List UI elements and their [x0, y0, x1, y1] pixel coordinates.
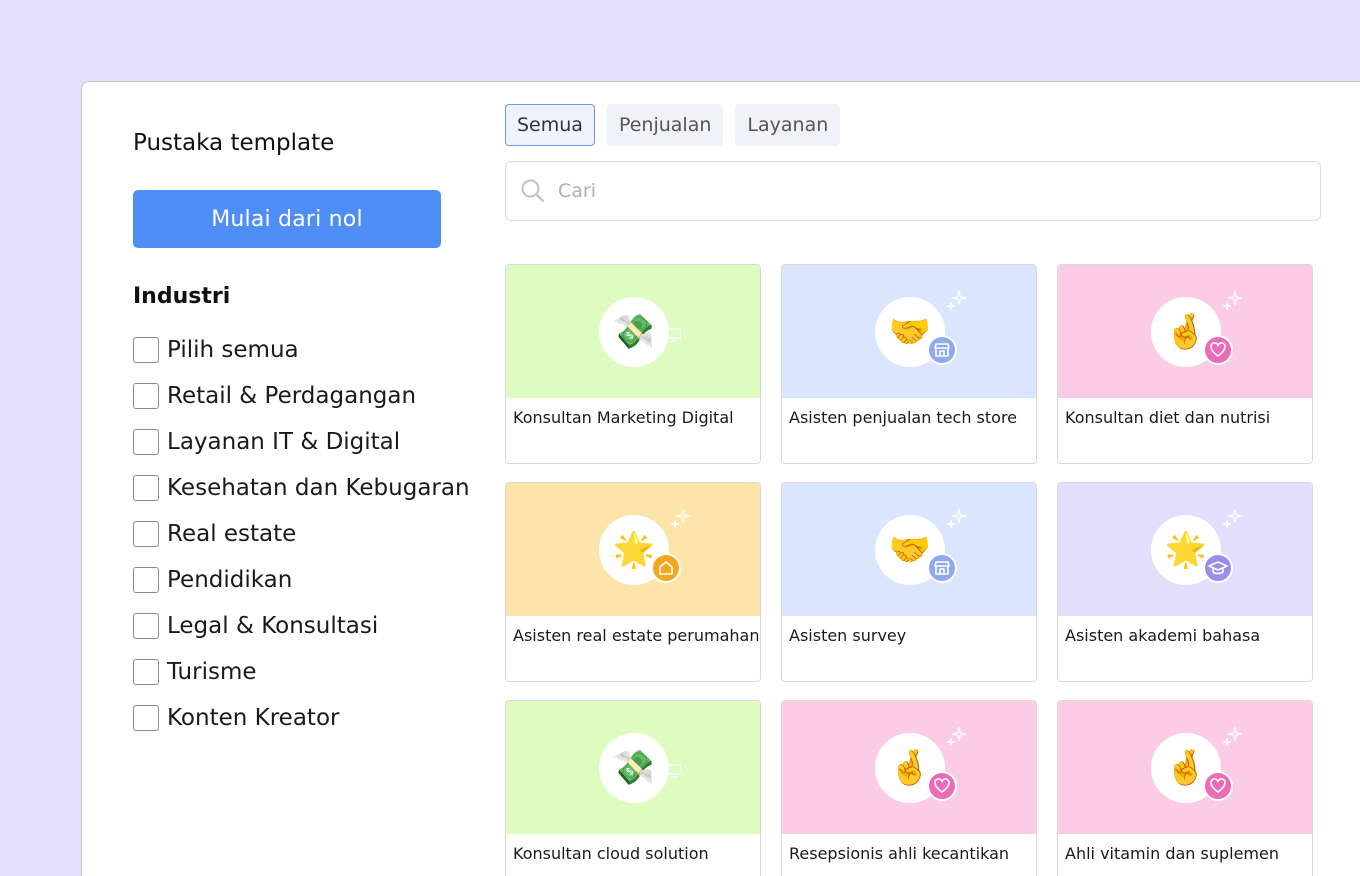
tab-penjualan[interactable]: Penjualan [606, 104, 724, 146]
filter-label: Turisme [167, 659, 257, 685]
card-title: Konsultan cloud solution [513, 844, 709, 863]
start-from-scratch-button[interactable]: Mulai dari nol [133, 190, 441, 248]
template-card[interactable]: 🤝 Asisten survey [781, 482, 1037, 682]
tab-layanan[interactable]: Layanan [735, 104, 841, 146]
store-icon [927, 553, 957, 583]
filter-label: Retail & Perdagangan [167, 383, 417, 409]
search-input[interactable]: Cari [558, 180, 596, 202]
template-grid: 💸 Konsultan Marketing Digital 🤝 Asisten pen… [505, 264, 1313, 876]
filter-item-turisme[interactable]: Turisme [133, 649, 470, 695]
handshake-icon: 🤝 [888, 530, 932, 570]
checkbox[interactable] [133, 705, 159, 731]
heart-icon [927, 771, 957, 801]
filter-label: Konten Kreator [167, 705, 340, 731]
checkbox[interactable] [133, 337, 159, 363]
sidebar-title: Pustaka template [133, 130, 335, 156]
home-icon [651, 553, 681, 583]
card-thumbnail: 🤞 [1058, 701, 1312, 834]
sparkle-icon [670, 507, 692, 533]
template-card[interactable]: 🌟 Asisten real estate perumahan [505, 482, 761, 682]
card-title: Ahli vitamin dan suplemen [1065, 844, 1279, 863]
monitor-icon [666, 763, 682, 783]
filter-item-layanan-it-and-digital[interactable]: Layanan IT & Digital [133, 419, 470, 465]
crossed-fingers-icon: 🤞 [1164, 312, 1208, 352]
card-thumbnail: 🤞 [782, 701, 1036, 834]
heart-icon [1203, 335, 1233, 365]
checkbox[interactable] [133, 429, 159, 455]
heart-icon [1203, 771, 1233, 801]
filter-item-legal-and-konsultasi[interactable]: Legal & Konsultasi [133, 603, 470, 649]
crossed-fingers-icon: 🤞 [888, 748, 932, 788]
card-thumbnail: 🤝 [782, 265, 1036, 398]
template-card[interactable]: 🤞 Resepsionis ahli kecantikan [781, 700, 1037, 876]
crossed-fingers-icon: 🤞 [1164, 748, 1208, 788]
checkbox[interactable] [133, 475, 159, 501]
card-thumbnail: 🤞 [1058, 265, 1312, 398]
sparkle-icon [946, 507, 968, 533]
card-title: Asisten akademi bahasa [1065, 626, 1261, 645]
graduation-cap-icon [1203, 553, 1233, 583]
sparkle-icon [1222, 507, 1244, 533]
filter-item-pendidikan[interactable]: Pendidikan [133, 557, 470, 603]
filter-label: Legal & Konsultasi [167, 613, 379, 639]
filter-label: Pilih semua [167, 337, 299, 363]
checkbox[interactable] [133, 383, 159, 409]
card-title: Konsultan Marketing Digital [513, 408, 734, 427]
card-thumbnail: 🌟 [1058, 483, 1312, 616]
search-icon [521, 179, 545, 203]
tab-semua[interactable]: Semua [505, 104, 595, 146]
filter-label: Real estate [167, 521, 297, 547]
checkbox[interactable] [133, 659, 159, 685]
search-box[interactable]: Cari [505, 161, 1321, 221]
glowing-star-icon: 🌟 [612, 530, 656, 570]
filter-label: Kesehatan dan Kebugaran [167, 475, 470, 501]
handshake-icon: 🤝 [888, 312, 932, 352]
template-card[interactable]: 🤞 Ahli vitamin dan suplemen [1057, 700, 1313, 876]
template-library-panel: Pustaka template Mulai dari nol Industri… [81, 81, 1360, 876]
store-icon [927, 335, 957, 365]
glowing-star-icon: 🌟 [1164, 530, 1208, 570]
checkbox[interactable] [133, 521, 159, 547]
industry-filter-list: Pilih semua Retail & Perdagangan Layanan I… [133, 327, 470, 741]
template-card[interactable]: 🤝 Asisten penjualan tech store [781, 264, 1037, 464]
sparkle-icon [946, 725, 968, 751]
category-tabs: Semua Penjualan Layanan [505, 104, 841, 146]
filter-label: Layanan IT & Digital [167, 429, 401, 455]
sparkle-icon [946, 289, 968, 315]
checkbox[interactable] [133, 567, 159, 593]
sparkle-icon [1222, 289, 1244, 315]
card-thumbnail: 🌟 [506, 483, 760, 616]
card-thumbnail: 💸 [506, 701, 760, 834]
money-with-wings-icon: 💸 [612, 312, 656, 352]
card-title: Asisten penjualan tech store [789, 408, 1018, 427]
card-thumbnail: 💸 [506, 265, 760, 398]
filter-label: Pendidikan [167, 567, 293, 593]
checkbox[interactable] [133, 613, 159, 639]
card-title: Asisten survey [789, 626, 907, 645]
template-card[interactable]: 🌟 Asisten akademi bahasa [1057, 482, 1313, 682]
monitor-icon [666, 327, 682, 347]
money-with-wings-icon: 💸 [612, 748, 656, 788]
card-thumbnail: 🤝 [782, 483, 1036, 616]
industry-heading: Industri [133, 284, 231, 309]
card-title: Asisten real estate perumahan [513, 626, 760, 645]
sparkle-icon [1222, 725, 1244, 751]
filter-item-pilih-semua[interactable]: Pilih semua [133, 327, 470, 373]
filter-item-konten-kreator[interactable]: Konten Kreator [133, 695, 470, 741]
filter-item-retail-and-perdagangan[interactable]: Retail & Perdagangan [133, 373, 470, 419]
filter-item-kesehatan-dan-kebugaran[interactable]: Kesehatan dan Kebugaran [133, 465, 470, 511]
avatar: 💸 [599, 733, 669, 803]
template-card[interactable]: 💸 Konsultan cloud solution [505, 700, 761, 876]
avatar: 💸 [599, 297, 669, 367]
filter-item-real-estate[interactable]: Real estate [133, 511, 470, 557]
template-card[interactable]: 🤞 Konsultan diet dan nutrisi [1057, 264, 1313, 464]
card-title: Konsultan diet dan nutrisi [1065, 408, 1271, 427]
card-title: Resepsionis ahli kecantikan [789, 844, 1010, 863]
template-card[interactable]: 💸 Konsultan Marketing Digital [505, 264, 761, 464]
